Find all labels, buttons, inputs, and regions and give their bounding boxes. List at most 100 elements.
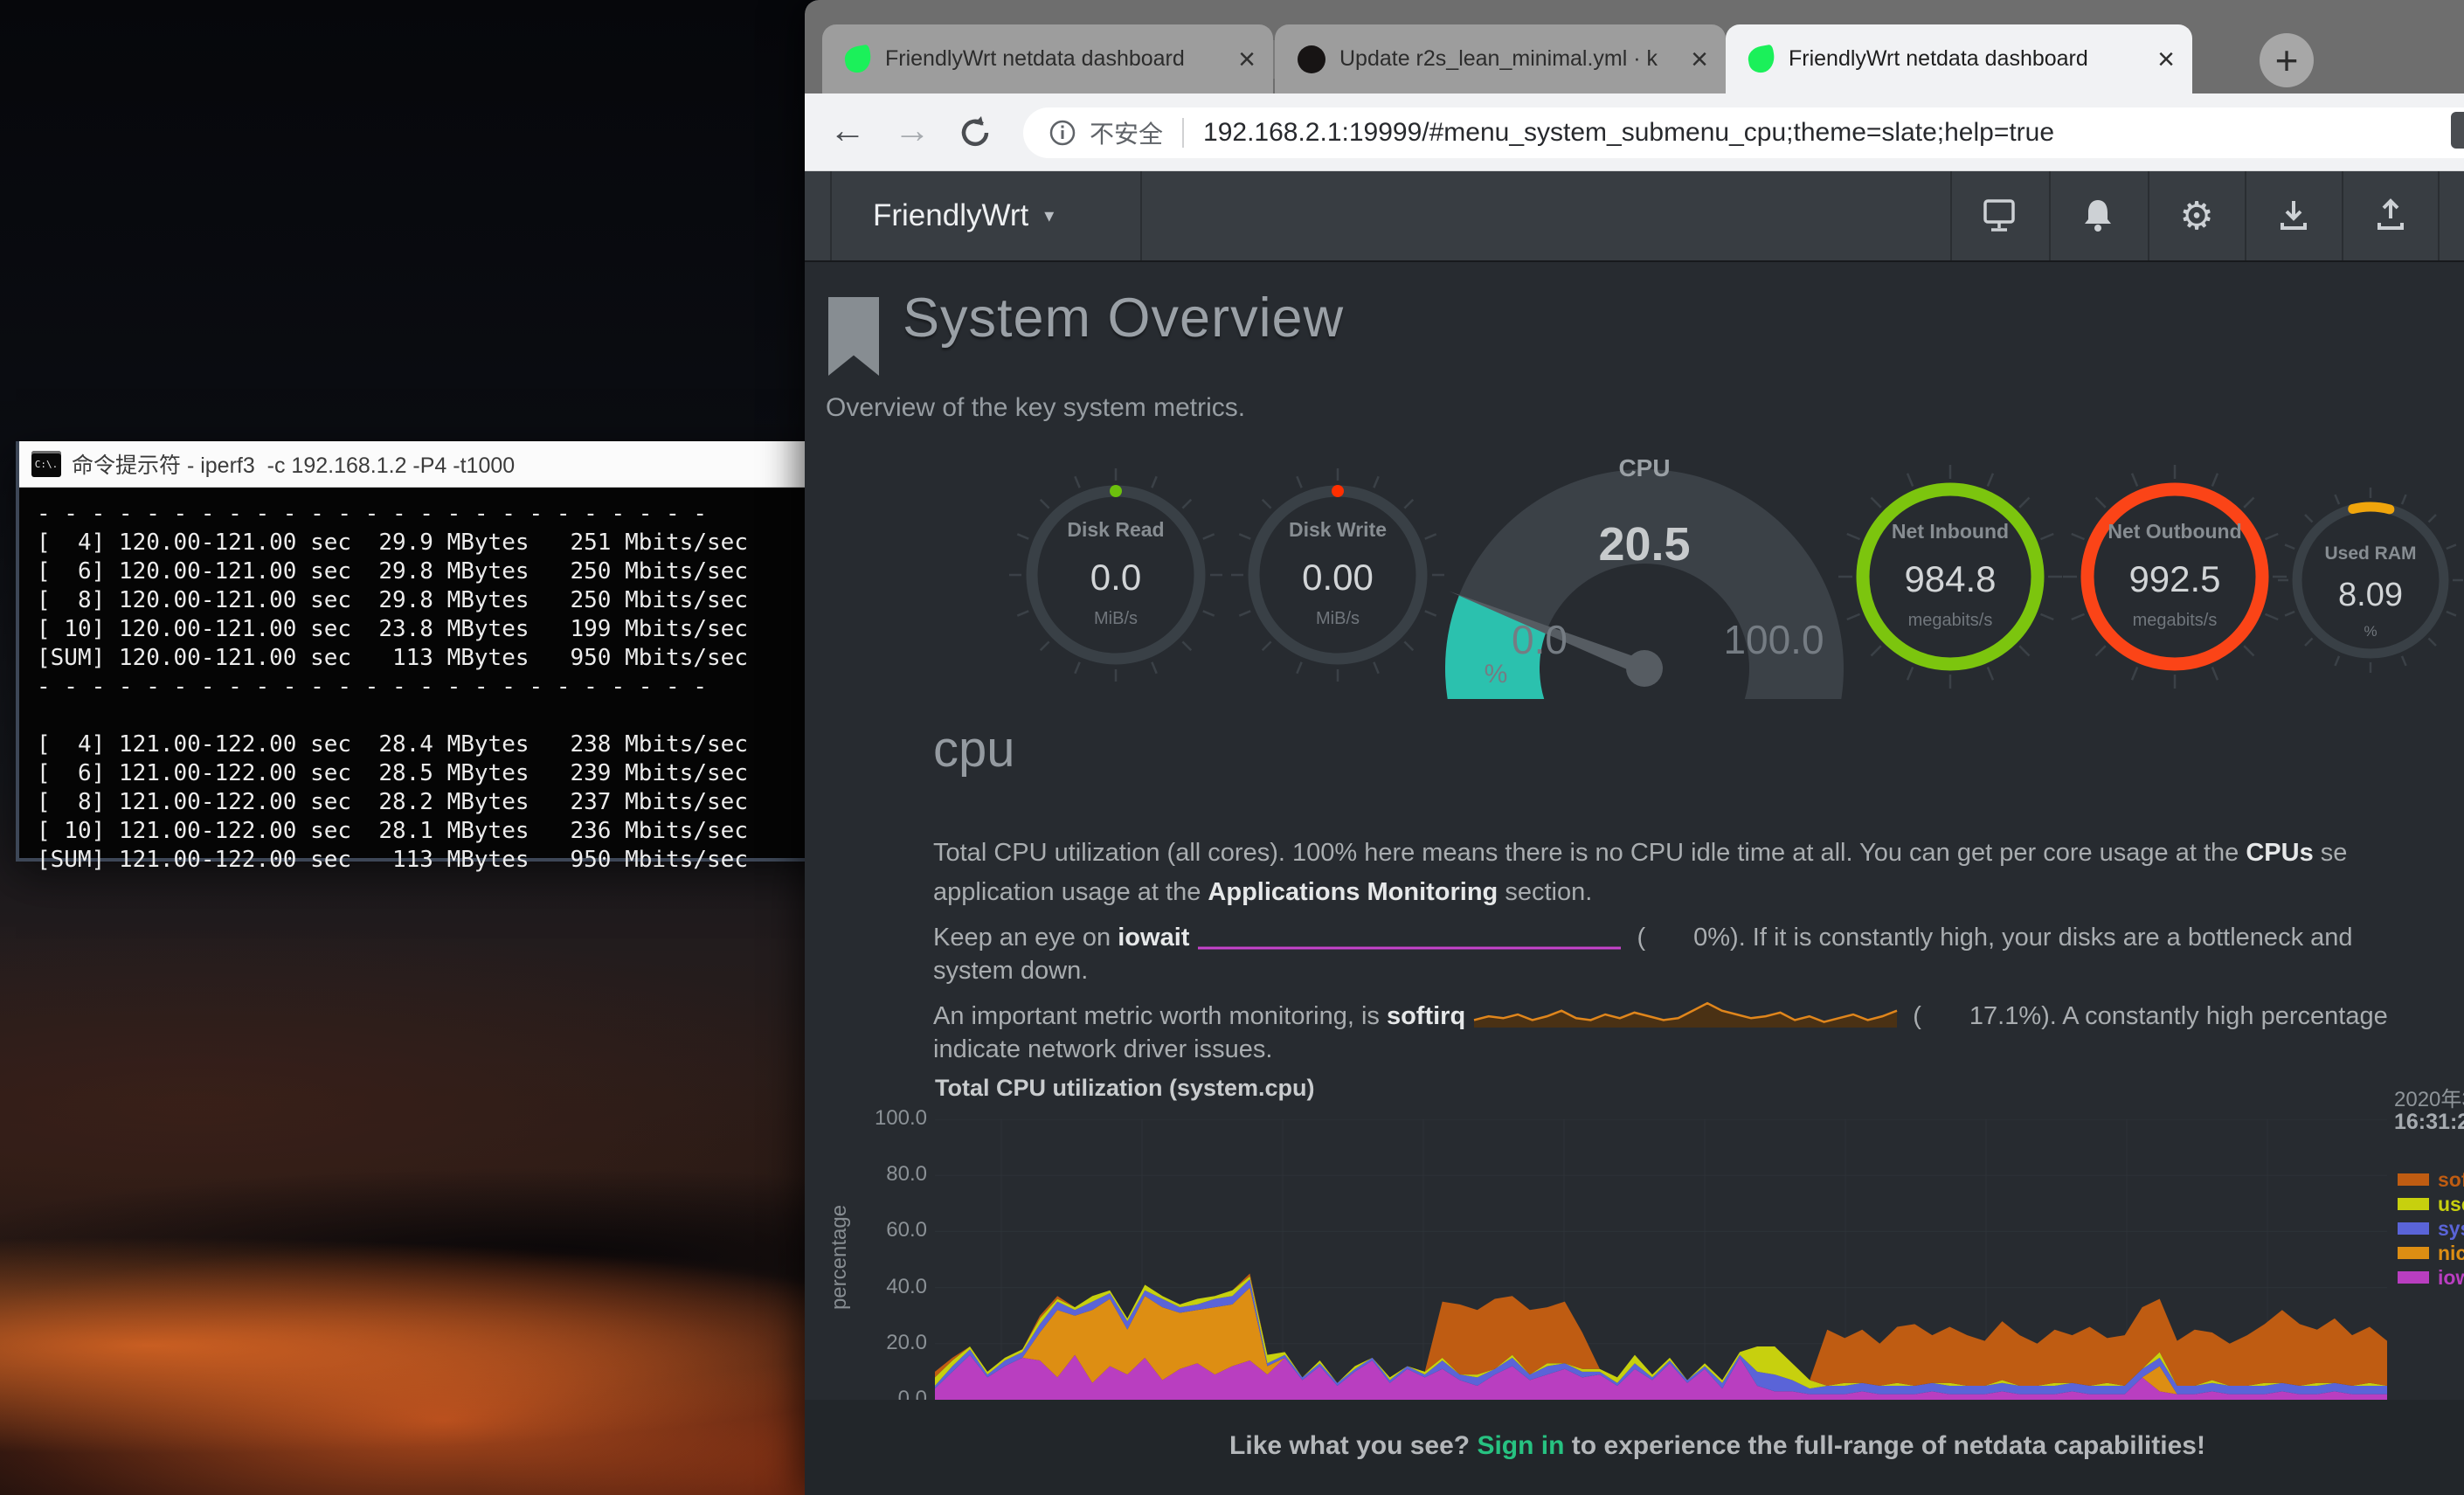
alarms-button[interactable] [2049,171,2147,260]
export-snapshot-button[interactable] [2342,171,2440,260]
gauges-row: Disk Read 0.0 MiB/s Disk Write 0.00 MiB/… [805,437,2464,699]
omnibox-divider [1182,118,1184,148]
forward-button[interactable]: → [894,109,931,151]
legend-label: user [2438,1193,2464,1216]
browser-tab[interactable]: Update r2s_lean_minimal.yml · k × [1275,24,1726,93]
tab-close-icon[interactable]: × [2157,45,2175,74]
sign-in-link[interactable]: Sign in [1477,1431,1564,1460]
gauge-value: 992.5 [2087,558,2262,600]
new-tab-button[interactable]: + [2260,33,2314,87]
gauge-cpu-value[interactable]: 20.5 [1557,517,1732,571]
bold-term: Applications Monitoring [1208,878,1498,906]
gauge-label: Disk Write [1250,518,1425,542]
tab-close-icon[interactable]: × [1691,45,1708,74]
settings-button[interactable]: ⚙ [2148,171,2246,260]
security-label[interactable]: 不安全 [1090,115,1163,150]
url-text[interactable]: 192.168.2.1:19999/#menu_system_submenu_c… [1203,118,2054,148]
browser-tab[interactable]: FriendlyWrt netdata dashboard × [822,24,1273,93]
host-menu-button[interactable]: FriendlyWrt ▾ [873,171,1054,260]
back-button[interactable]: ← [829,109,866,151]
description-line: An important metric worth monitoring, is… [933,996,2464,1035]
tab-title: Update r2s_lean_minimal.yml · k [1339,46,1678,72]
browser-window[interactable]: FriendlyWrt netdata dashboard×Update r2s… [805,0,2464,1495]
gauge-label: Net Outbound [2087,520,2262,543]
softirq-sparkline [1471,996,1900,1031]
y-axis-tick: 20.0 [840,1331,927,1355]
tab-close-icon[interactable]: × [1238,45,1256,74]
chart-date-label: 2020年3 [2394,1082,2464,1112]
browser-tab[interactable]: FriendlyWrt netdata dashboard × [1726,24,2192,93]
site-info-icon[interactable] [1048,118,1077,148]
github-icon [1298,45,1325,73]
gauge-net-inbound[interactable]: Net Inbound 984.8 megabits/s [1863,520,2038,631]
print-dashboard-button[interactable] [1950,171,2048,260]
y-axis-tick: 40.0 [840,1275,927,1299]
chart-legend: softirqusersystemniceiowait [2398,1167,2464,1298]
gauge-cpu-max: 100.0 [1695,616,1852,663]
navbar-divider [1140,171,1142,260]
monitor-icon [1979,197,2019,235]
description-line: Keep an eye on iowait (0%). If it is con… [933,917,2464,957]
chart-title: Total CPU utilization (system.cpu) [935,1075,1315,1102]
legend-swatch [2398,1247,2429,1259]
description-line: Total CPU utilization (all cores). 100% … [933,839,2464,878]
import-snapshot-button[interactable] [2245,171,2343,260]
netdata-icon [1747,44,1777,74]
navbar-divider [830,171,832,260]
navbar-divider [2438,171,2440,260]
toolbar-edge-icon[interactable] [2451,112,2464,149]
legend-label: nice [2438,1242,2464,1265]
gear-icon: ⚙ [2179,194,2213,239]
gauge-cpu-title: CPU [1557,454,1732,482]
gauge-label: Used RAM [2283,543,2458,564]
gauge-disk-read[interactable]: Disk Read 0.0 MiB/s [1028,518,1203,629]
bold-term: softirq [1387,1002,1465,1030]
legend-item[interactable]: iowait [2398,1265,2464,1290]
gauge-net-outbound[interactable]: Net Outbound 992.5 megabits/s [2087,520,2262,631]
chart-y-axis-title: percentage [827,1174,852,1340]
gauge-value: 0.00 [1250,557,1425,599]
netdata-icon [843,44,874,74]
legend-label: iowait [2438,1266,2464,1290]
gauge-disk-write[interactable]: Disk Write 0.00 MiB/s [1250,518,1425,629]
legend-item[interactable]: softirq [2398,1167,2464,1192]
legend-swatch [2398,1222,2429,1235]
cpu-section-description: Total CPU utilization (all cores). 100% … [933,839,2464,1075]
cpu-utilization-chart[interactable] [935,1119,2387,1400]
gauge-value: 984.8 [1863,558,2038,600]
gauge-used-ram[interactable]: Used RAM 8.09 % [2283,543,2458,640]
page-title: System Overview [903,287,1344,350]
gauge-value: 0.0 [1028,557,1203,599]
terminal-title: 命令提示符 - iperf3 -c 192.168.1.2 -P4 -t1000 [72,448,515,480]
legend-item[interactable]: system [2398,1216,2464,1241]
gauge-unit: MiB/s [1250,609,1425,629]
host-menu-label: FriendlyWrt [873,198,1028,233]
legend-swatch [2398,1173,2429,1186]
legend-item[interactable]: nice [2398,1241,2464,1265]
chart-time-label: 16:31:2 [2394,1110,2464,1135]
gauge-value: 8.09 [2283,577,2458,614]
upload-icon [2371,197,2410,235]
signin-banner: Like what you see? Sign in to experience… [805,1400,2464,1495]
chevron-down-icon: ▾ [1044,204,1054,227]
gauge-cpu-min: 0.0 [1478,616,1601,663]
description-line: application usage at the Applications Mo… [933,878,2464,917]
tab-strip: FriendlyWrt netdata dashboard×Update r2s… [805,0,2464,93]
y-axis-tick: 80.0 [840,1162,927,1187]
address-bar[interactable]: 不安全 192.168.2.1:19999/#menu_system_subme… [1023,107,2464,158]
gauge-label: Disk Read [1028,518,1203,542]
tab-title: FriendlyWrt netdata dashboard [885,46,1226,72]
tab-title: FriendlyWrt netdata dashboard [1789,46,2145,72]
legend-label: system [2438,1217,2464,1241]
banner-text: Like what you see? [1229,1431,1477,1460]
legend-item[interactable]: user [2398,1192,2464,1216]
bold-term: iowait [1118,924,1189,952]
y-axis-tick: 60.0 [840,1218,927,1242]
iowait-sparkline [1194,917,1624,952]
gauge-label: Net Inbound [1863,520,2038,543]
y-axis-tick: 100.0 [840,1106,927,1131]
browser-toolbar: ← → 不安全 192.168.2.1:19999/#menu_system_s… [805,93,2464,171]
download-icon [2274,197,2313,235]
page-subtitle: Overview of the key system metrics. [826,393,1245,423]
reload-icon[interactable] [955,113,995,153]
